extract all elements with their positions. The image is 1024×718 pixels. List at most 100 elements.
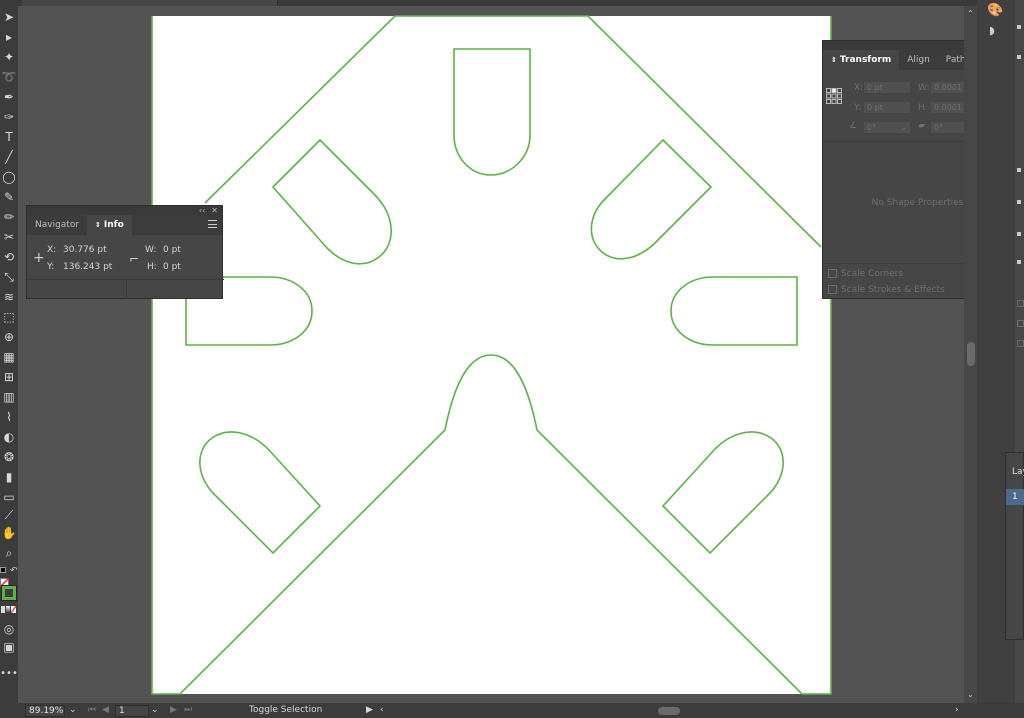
panel-strip-marker[interactable] xyxy=(1017,25,1021,29)
zoom-field[interactable]: 89.19% xyxy=(25,705,65,717)
artboard-chevron-down-icon[interactable]: ⌄ xyxy=(151,705,159,716)
swap-colors-icon[interactable]: ↶ xyxy=(10,566,18,576)
type-tool-icon[interactable]: T xyxy=(1,129,17,145)
none-mode-icon[interactable] xyxy=(11,606,16,613)
scale-corners-checkbox[interactable] xyxy=(828,269,837,278)
collapse-icon[interactable]: ‹‹ xyxy=(199,206,205,215)
tab-align[interactable]: Align xyxy=(899,50,938,70)
paintbrush-icon[interactable]: ✎ xyxy=(1,189,17,205)
layer-row-number: 1 xyxy=(1012,492,1018,502)
rotate-value: 0° xyxy=(867,123,877,132)
status-menu-icon[interactable]: ▶ xyxy=(366,705,373,716)
panel-menu-icon[interactable] xyxy=(208,220,217,228)
slot-top xyxy=(453,48,531,176)
gradient-mode-icon[interactable] xyxy=(6,606,10,613)
draw-mode-icon[interactable]: ◎ xyxy=(1,621,17,637)
column-graph-icon[interactable]: ▮ xyxy=(1,469,17,485)
slot-upper-right xyxy=(590,138,713,260)
scale-strokes-checkbox[interactable] xyxy=(828,285,837,294)
zoom-tool-icon[interactable]: ⌕ xyxy=(1,545,17,561)
lasso-icon[interactable]: ➰ xyxy=(1,69,17,85)
artboard-bound-outline xyxy=(151,16,832,695)
tab-info-label: Info xyxy=(103,220,124,230)
brush-panel-icon[interactable]: ◗ xyxy=(989,24,1003,38)
line-tool-icon[interactable]: ╱ xyxy=(1,149,17,165)
horizontal-scrollbar[interactable] xyxy=(390,707,955,715)
close-icon[interactable]: ✕ xyxy=(211,206,218,215)
scale-corners-label: Scale Corners xyxy=(841,269,904,279)
shear-icon: ▰ xyxy=(918,121,925,131)
reference-point-icon[interactable] xyxy=(826,88,842,104)
blend-icon[interactable]: ◐ xyxy=(1,429,17,445)
info-w-value: 0 pt xyxy=(163,245,181,255)
next-artboard-icon[interactable]: ▶ xyxy=(170,705,177,716)
panel-strip-marker[interactable] xyxy=(1017,55,1021,59)
pencil-icon[interactable]: ✏ xyxy=(1,209,17,225)
transform-x-label: X: xyxy=(854,83,864,93)
layer-row[interactable]: 1 xyxy=(1006,489,1024,505)
info-y-label: Y: xyxy=(47,262,55,272)
tab-info[interactable]: ⇕ Info xyxy=(87,215,132,235)
panel-strip-marker[interactable] xyxy=(1017,260,1021,264)
ellipse-tool-icon[interactable]: ◯ xyxy=(1,169,17,185)
info-w-label: W: xyxy=(145,245,157,255)
scrollbar-thumb[interactable] xyxy=(967,342,975,366)
panel-titlebar[interactable]: ‹‹ ✕ xyxy=(27,206,222,215)
tab-navigator[interactable]: Navigator xyxy=(27,215,87,235)
stroke-swatch[interactable] xyxy=(1,585,17,601)
direct-selection-tool-icon[interactable]: ▸ xyxy=(1,29,17,45)
warp-icon[interactable]: ≋ xyxy=(1,289,17,305)
pen-variant-icon[interactable]: ✑ xyxy=(1,109,17,125)
dock-checkbox[interactable] xyxy=(1017,340,1024,347)
screen-mode-icon[interactable]: ▣ xyxy=(1,639,17,655)
panel-strip-marker[interactable] xyxy=(1017,200,1021,204)
tab-transform[interactable]: ⇕ Transform xyxy=(823,50,900,70)
layers-tab-label[interactable]: Lay xyxy=(1012,467,1024,477)
default-colors-icon[interactable] xyxy=(0,567,6,573)
transform-y-field[interactable]: 0 pt xyxy=(863,101,911,114)
chevron-down-icon: ⌄ xyxy=(900,123,907,132)
perspective-grid-icon[interactable]: ▦ xyxy=(1,349,17,365)
panel-strip-marker[interactable] xyxy=(1017,232,1021,236)
vertical-scrollbar[interactable]: ⌃ ⌄ xyxy=(964,6,977,706)
slot-lower-left xyxy=(199,431,322,555)
mesh-icon[interactable]: ⊞ xyxy=(1,369,17,385)
scroll-right-icon[interactable]: › xyxy=(955,705,959,716)
color-mode-icon[interactable] xyxy=(1,606,5,613)
gradient-icon[interactable]: ▥ xyxy=(1,389,17,405)
panel-strip-marker[interactable] xyxy=(1017,168,1021,172)
scroll-up-icon[interactable]: ⌃ xyxy=(967,9,974,18)
selection-tool-icon[interactable]: ➤ xyxy=(1,9,17,25)
artboard-tool-icon[interactable]: ▭ xyxy=(1,489,17,505)
transform-y-label: Y: xyxy=(854,103,862,113)
status-text[interactable]: Toggle Selection xyxy=(249,705,322,716)
first-artboard-icon[interactable]: ⏮ xyxy=(88,705,96,716)
scroll-down-icon[interactable]: ⌄ xyxy=(967,690,974,699)
scissors-icon[interactable]: ✂ xyxy=(1,229,17,245)
tab-transform-label: Transform xyxy=(839,55,892,65)
last-artboard-icon[interactable]: ⏭ xyxy=(184,705,192,716)
pen-tool-icon[interactable]: ✒ xyxy=(1,89,17,105)
scroll-left-icon[interactable]: ‹ xyxy=(380,705,384,716)
hand-tool-icon[interactable]: ✋ xyxy=(1,525,17,541)
symbol-sprayer-icon[interactable]: ❂ xyxy=(1,449,17,465)
free-transform-icon[interactable]: ⬚ xyxy=(1,309,17,325)
horizontal-scrollbar-thumb[interactable] xyxy=(658,707,680,715)
eyedropper-icon[interactable]: ⌇ xyxy=(1,409,17,425)
dimensions-icon: ⌐ xyxy=(129,252,140,266)
rotate-field[interactable]: 0° ⌄ xyxy=(863,121,911,134)
rotate-icon[interactable]: ⟲ xyxy=(1,249,17,265)
dock-checkbox[interactable] xyxy=(1017,320,1024,327)
shape-builder-icon[interactable]: ⊕ xyxy=(1,329,17,345)
more-tools-icon[interactable]: ••• xyxy=(0,666,18,682)
info-y-value: 136.243 pt xyxy=(63,262,113,272)
color-palette-icon[interactable]: 🎨 xyxy=(987,3,1007,19)
artboard-number-field[interactable]: 1 xyxy=(115,705,149,717)
zoom-chevron-down-icon[interactable]: ⌄ xyxy=(69,705,77,716)
previous-artboard-icon[interactable]: ◀ xyxy=(102,705,109,716)
magic-wand-icon[interactable]: ✦ xyxy=(1,49,17,65)
dock-checkbox[interactable] xyxy=(1017,300,1024,307)
scale-icon[interactable]: ⤡ xyxy=(1,269,17,285)
transform-x-field[interactable]: 0 pt xyxy=(863,81,911,94)
slice-icon[interactable]: ⟋ xyxy=(1,507,17,523)
